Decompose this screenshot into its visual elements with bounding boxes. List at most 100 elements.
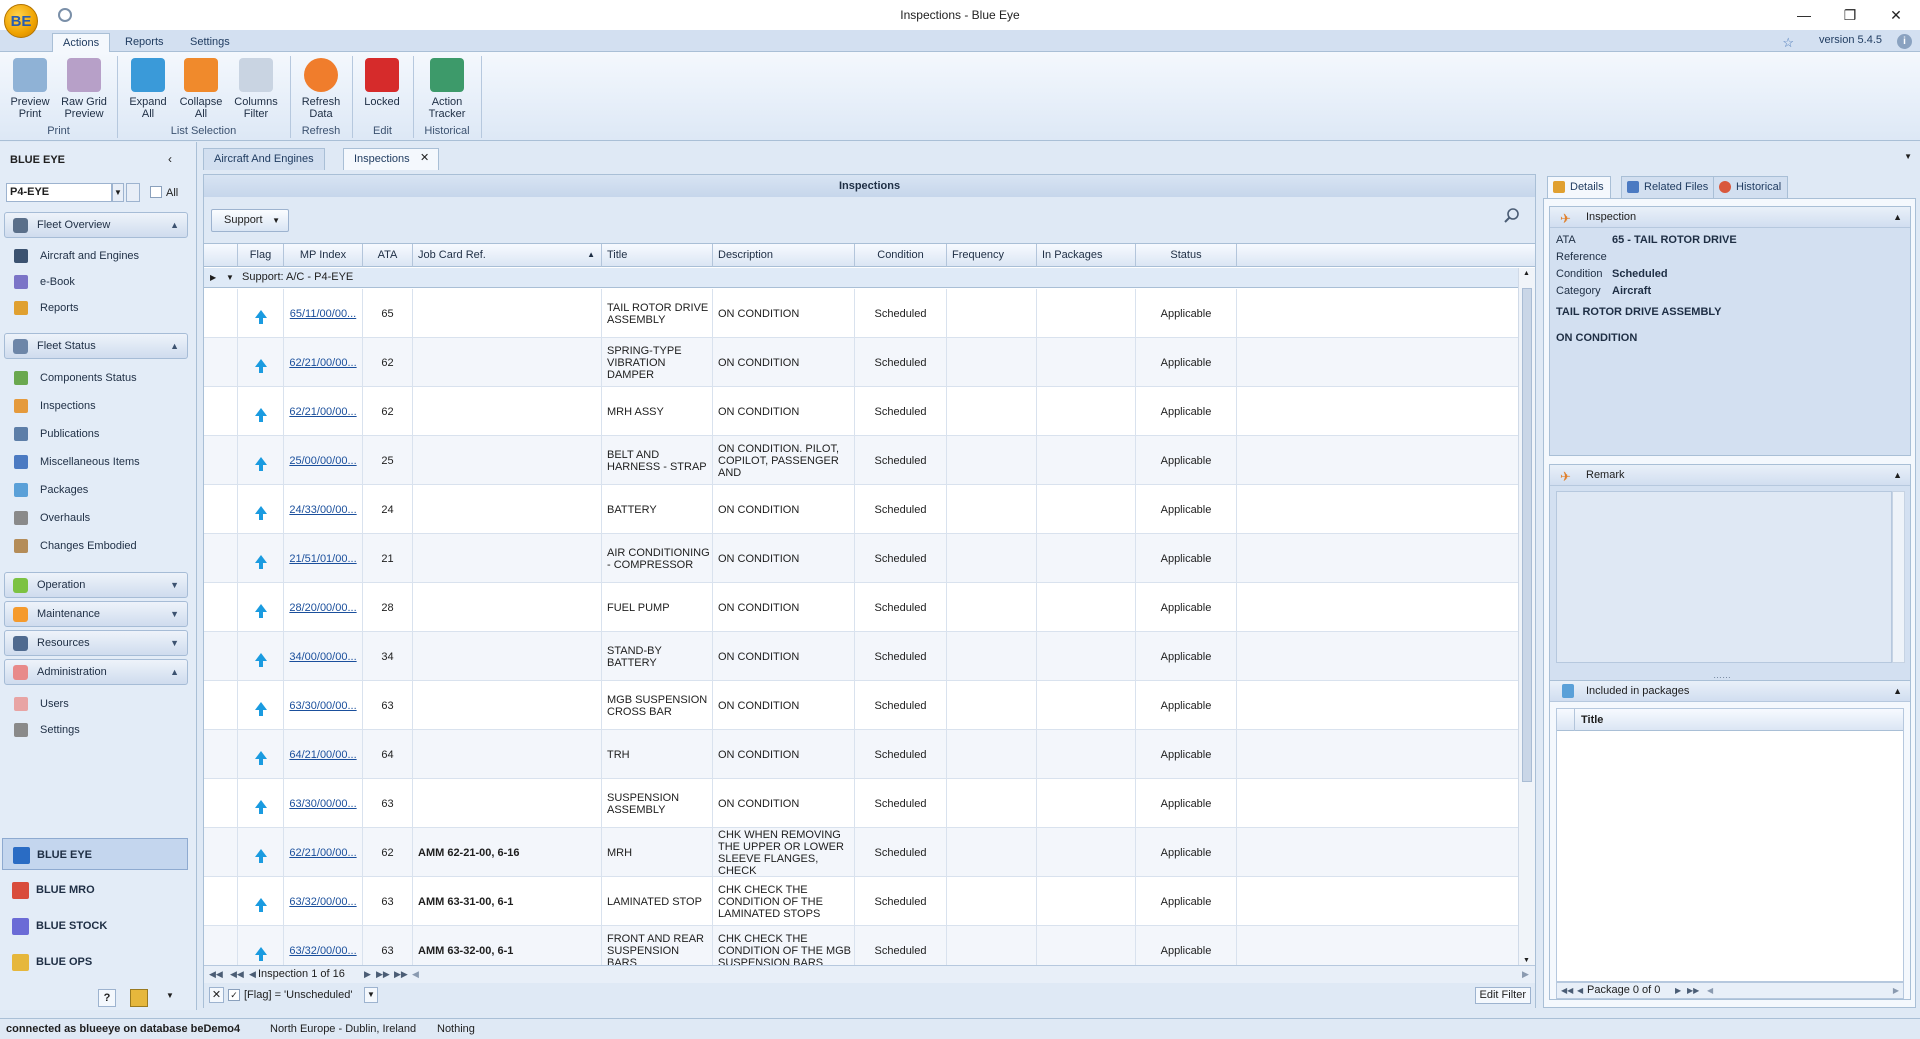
chevron-down-icon[interactable]: ▼ [112, 183, 124, 202]
app-blue-eye[interactable]: BLUE EYE [2, 838, 188, 870]
col-job-card-ref[interactable]: Job Card Ref. ▲ [413, 244, 602, 267]
nav-item-users[interactable]: Users [12, 694, 69, 714]
minimize-button[interactable]: — [1781, 4, 1827, 26]
table-row[interactable]: 63/30/00/00... 63 MGB SUSPENSION CROSS BAR… [204, 681, 1518, 730]
inspection-section-header[interactable]: ✈ Inspection ▲ [1550, 207, 1910, 228]
mp-index-cell[interactable]: 34/00/00/00... [284, 632, 363, 681]
edit-filter-button[interactable]: Edit Filter [1474, 987, 1531, 1004]
splitter-handle[interactable]: …… [1713, 670, 1731, 680]
mp-index-cell[interactable]: 25/00/00/00... [284, 436, 363, 485]
scroll-down-icon[interactable]: ▼ [1523, 957, 1530, 964]
table-row[interactable]: 64/21/00/00... 64 TRH ON CONDITION Scheduled… [204, 730, 1518, 779]
col-title[interactable]: Title [602, 244, 713, 267]
nav-item-reports[interactable]: Reports [12, 298, 79, 318]
columns-filter-button[interactable]: Columns Filter [230, 58, 282, 120]
expand-all-button[interactable]: Expand All [124, 58, 172, 120]
scroll-up-icon[interactable]: ▲ [1523, 270, 1530, 277]
nav-next-page-icon[interactable]: ▶▶ [376, 966, 390, 983]
close-window-button[interactable]: ✕ [1873, 4, 1919, 26]
nav-first-icon[interactable]: ◀◀ [1561, 983, 1573, 998]
packages-section-header[interactable]: Included in packages ▲ [1550, 681, 1910, 702]
nav-item-publications[interactable]: Publications [12, 424, 99, 444]
tab-details[interactable]: Details [1547, 176, 1611, 198]
app-logo[interactable]: BE [4, 4, 38, 38]
mp-index-cell[interactable]: 24/33/00/00... [284, 485, 363, 534]
info-icon[interactable]: i [1897, 34, 1912, 49]
collapse-nav-icon[interactable]: ‹ [168, 152, 172, 166]
remark-scrollbar[interactable] [1892, 491, 1905, 663]
table-row[interactable]: 28/20/00/00... 28 FUEL PUMP ON CONDITION Sch… [204, 583, 1518, 632]
tab-aircraft-and-engines[interactable]: Aircraft And Engines [203, 148, 325, 170]
mp-index-cell[interactable]: 63/32/00/00... [284, 877, 363, 926]
app-blue-stock[interactable]: BLUE STOCK [2, 910, 188, 942]
hscroll-left-icon[interactable]: ◀ [1707, 983, 1713, 998]
nav-item-ebook[interactable]: e-Book [12, 272, 75, 292]
table-row[interactable]: 65/11/00/00... 65 TAIL ROTOR DRIVE ASSEMBL… [204, 289, 1518, 338]
table-row[interactable]: 62/21/00/00... 62 AMM 62-21-00, 6-16 MRH CHK… [204, 828, 1518, 877]
nav-last-icon[interactable]: ▶▶ [1687, 983, 1699, 998]
action-tracker-button[interactable]: Action Tracker [420, 58, 474, 120]
nav-section-operation[interactable]: Operation ▼ [4, 572, 188, 598]
nav-item-misc-items[interactable]: Miscellaneous Items [12, 452, 140, 472]
app-blue-ops[interactable]: BLUE OPS [2, 946, 188, 978]
nav-section-fleet-status[interactable]: Fleet Status ▲ [4, 333, 188, 359]
ribbon-tab-settings[interactable]: Settings [180, 33, 240, 52]
hscroll-left-icon[interactable]: ◀ [412, 966, 419, 983]
nav-prev-icon[interactable]: ◀ [249, 966, 256, 983]
group-row[interactable]: ▶ ▼ Support: A/C - P4-EYE [204, 268, 1518, 288]
chevron-down-icon[interactable]: ▼ [364, 987, 378, 1003]
vertical-scrollbar[interactable]: ▲ ▼ [1518, 268, 1535, 966]
ribbon-tab-reports[interactable]: Reports [115, 33, 174, 52]
nav-next-icon[interactable]: ▶ [1675, 983, 1681, 998]
nav-section-resources[interactable]: Resources ▼ [4, 630, 188, 656]
table-row[interactable]: 63/32/00/00... 63 AMM 63-32-00, 6-1 FRONT A… [204, 926, 1518, 966]
search-aircraft-icon[interactable] [126, 183, 140, 202]
chevron-down-icon[interactable]: ▼ [1904, 152, 1912, 161]
col-flag[interactable]: Flag [238, 244, 284, 267]
app-switch-icon[interactable] [130, 989, 148, 1007]
filter-enabled-checkbox[interactable]: ✓ [228, 989, 240, 1001]
mp-index-cell[interactable]: 28/20/00/00... [284, 583, 363, 632]
nav-first-icon[interactable]: ◀◀ [209, 966, 223, 983]
nav-item-components-status[interactable]: Components Status [12, 368, 137, 388]
mp-index-cell[interactable]: 65/11/00/00... [284, 289, 363, 338]
hscroll-right-icon[interactable]: ▶ [1522, 966, 1529, 983]
col-description[interactable]: Description [713, 244, 855, 267]
table-row[interactable]: 63/30/00/00... 63 SUSPENSION ASSEMBLY ON CO… [204, 779, 1518, 828]
chevron-down-icon[interactable]: ▼ [166, 991, 174, 1000]
clear-filter-icon[interactable]: ✕ [209, 987, 224, 1003]
table-row[interactable]: 34/00/00/00... 34 STAND-BY BATTERY ON CONDI… [204, 632, 1518, 681]
nav-prev-page-icon[interactable]: ◀◀ [230, 966, 244, 983]
hscroll-right-icon[interactable]: ▶ [1893, 983, 1899, 998]
ribbon-tab-actions[interactable]: Actions [52, 33, 111, 52]
col-status[interactable]: Status [1136, 244, 1237, 267]
col-ata[interactable]: ATA [363, 244, 413, 267]
restore-button[interactable]: ❐ [1827, 4, 1873, 26]
col-in-packages[interactable]: In Packages [1037, 244, 1136, 267]
col-condition[interactable]: Condition [855, 244, 947, 267]
support-filter-button[interactable]: Support ▼ [211, 209, 289, 232]
raw-grid-preview-button[interactable]: Raw Grid Preview [58, 58, 110, 120]
nav-section-administration[interactable]: Administration ▲ [4, 659, 188, 685]
preview-print-button[interactable]: Preview Print [6, 58, 54, 120]
nav-item-overhauls[interactable]: Overhauls [12, 508, 90, 528]
remark-textarea[interactable] [1556, 491, 1892, 663]
all-checkbox[interactable] [150, 186, 162, 198]
refresh-data-button[interactable]: Refresh Data [296, 58, 346, 120]
aircraft-select[interactable]: P4-EYE [6, 183, 112, 202]
mp-index-cell[interactable]: 64/21/00/00... [284, 730, 363, 779]
mp-index-cell[interactable]: 63/30/00/00... [284, 779, 363, 828]
table-row[interactable]: 62/21/00/00... 62 SPRING-TYPE VIBRATION DA… [204, 338, 1518, 387]
table-row[interactable]: 62/21/00/00... 62 MRH ASSY ON CONDITION Sche… [204, 387, 1518, 436]
packages-col-title[interactable]: Title [1581, 714, 1603, 726]
mp-index-cell[interactable]: 21/51/01/00... [284, 534, 363, 583]
scrollbar-thumb[interactable] [1522, 288, 1532, 782]
mp-index-cell[interactable]: 62/21/00/00... [284, 338, 363, 387]
nav-last-icon[interactable]: ▶▶ [394, 966, 408, 983]
table-row[interactable]: 63/32/00/00... 63 AMM 63-31-00, 6-1 LAMINAT… [204, 877, 1518, 926]
col-mp-index[interactable]: MP Index [284, 244, 363, 267]
nav-section-fleet-overview[interactable]: Fleet Overview ▲ [4, 212, 188, 238]
mp-index-cell[interactable]: 62/21/00/00... [284, 828, 363, 877]
nav-item-aircraft-engines[interactable]: Aircraft and Engines [12, 246, 139, 266]
search-icon[interactable] [1503, 207, 1521, 225]
